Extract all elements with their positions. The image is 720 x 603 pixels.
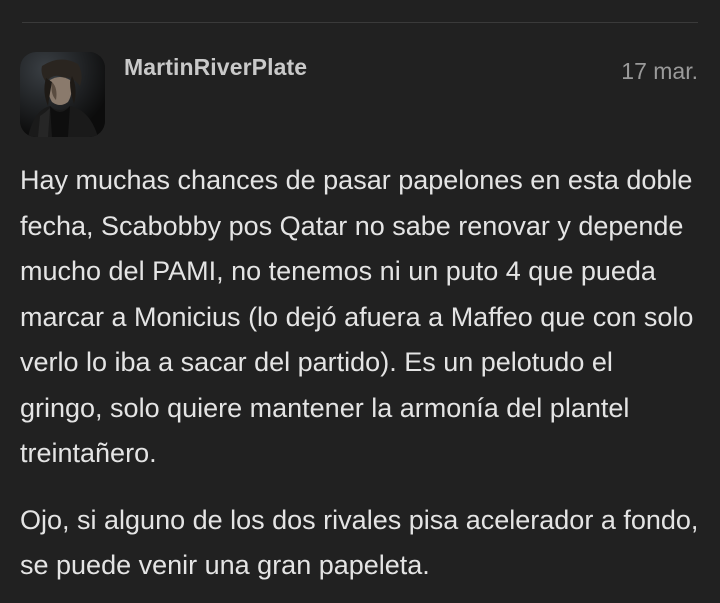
post-date: 17 mar. (621, 58, 698, 84)
top-divider (22, 22, 698, 23)
avatar[interactable] (20, 52, 105, 137)
post-paragraph: Hay muchas chances de pasar papelones en… (20, 165, 694, 468)
post-header: MartinRiverPlate 17 mar. (20, 52, 700, 138)
username-link[interactable]: MartinRiverPlate (124, 54, 307, 81)
post-paragraph: Ojo, si alguno de los dos rivales pisa a… (20, 504, 699, 581)
post-body: Hay muchas chances de pasar papelones en… (20, 158, 700, 603)
user-avatar-image (20, 52, 105, 137)
forum-post-page: MartinRiverPlate 17 mar. Hay muchas chan… (0, 0, 720, 603)
